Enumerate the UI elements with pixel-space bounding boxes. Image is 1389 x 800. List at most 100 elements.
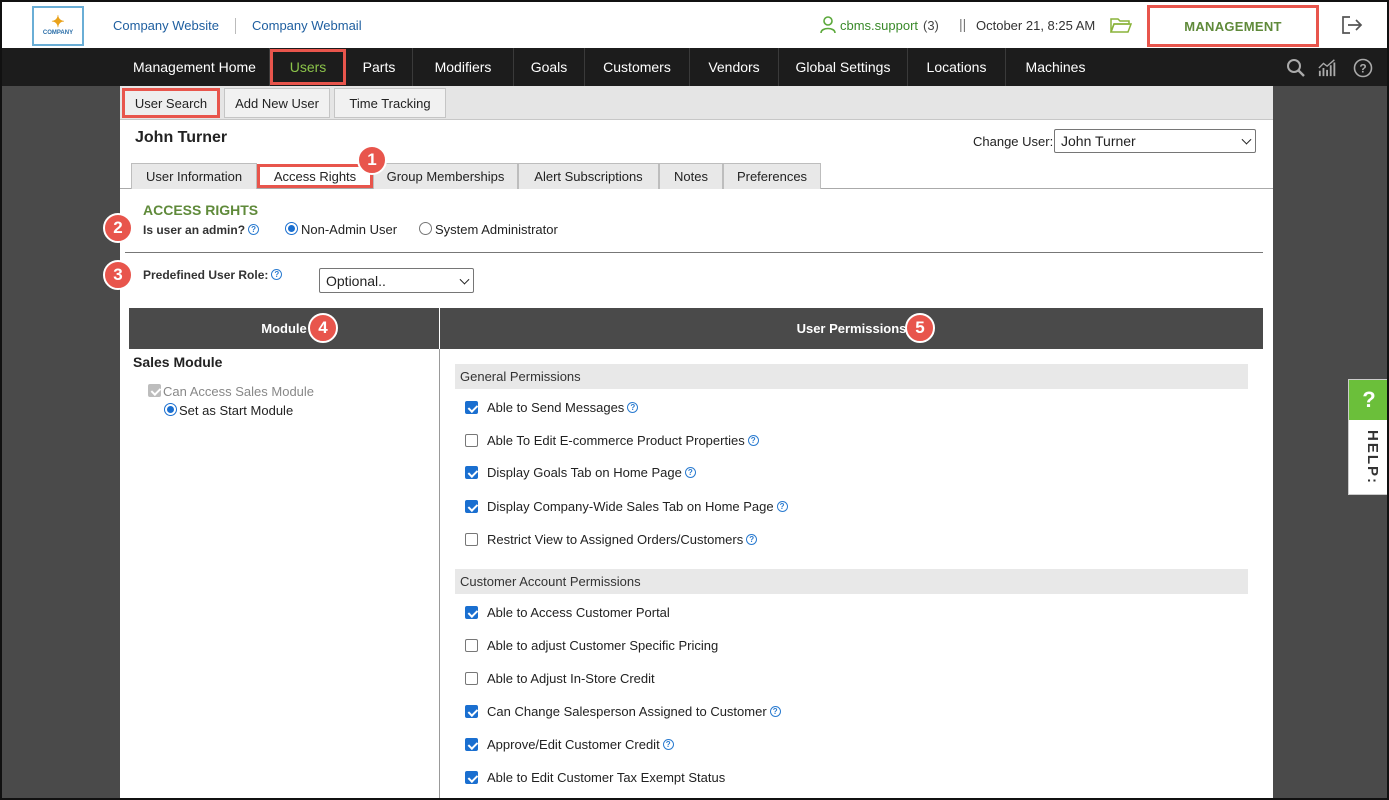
help-icon[interactable]: ? <box>248 224 260 235</box>
help-icon[interactable]: ? <box>747 435 759 446</box>
nav-machines[interactable]: Machines <box>1006 48 1105 86</box>
start-module-radio[interactable] <box>164 403 177 416</box>
non-admin-radio[interactable] <box>285 222 298 235</box>
app-frame: ✦ COMPANY Company Website Company Webmai… <box>0 0 1389 800</box>
non-admin-label: Non-Admin User <box>301 222 398 237</box>
permission-checkbox[interactable] <box>465 533 478 546</box>
nav-users[interactable]: Users <box>270 49 346 85</box>
can-access-module-label: Can Access Sales Module <box>163 384 315 399</box>
permission-checkbox[interactable] <box>465 672 478 685</box>
change-user-value: John Turner <box>1061 133 1136 149</box>
callout-badge: 2 <box>103 213 133 243</box>
column-divider <box>439 349 440 798</box>
current-user-link[interactable]: cbms.support <box>840 18 918 33</box>
nav-vendors[interactable]: Vendors <box>690 48 779 86</box>
company-website-link[interactable]: Company Website <box>113 18 219 33</box>
tab-access-rights[interactable]: Access Rights <box>257 164 373 188</box>
folder-icon[interactable] <box>1110 16 1132 34</box>
top-bar: ✦ COMPANY Company Website Company Webmai… <box>2 2 1387 48</box>
module-title: Sales Module <box>133 354 223 370</box>
callout-badge: 4 <box>308 313 338 343</box>
subtab-user-search[interactable]: User Search <box>122 88 220 118</box>
chevron-down-icon <box>459 274 470 285</box>
permission-row: Able to adjust Customer Specific Pricing <box>465 638 718 653</box>
permission-row: Able to Edit Customer Tax Exempt Status <box>465 770 725 785</box>
company-logo[interactable]: ✦ COMPANY <box>32 6 84 46</box>
tab-group-memberships[interactable]: Group Memberships <box>373 163 518 189</box>
subtab-add-new-user[interactable]: Add New User <box>224 88 330 118</box>
tab-alert-subscriptions[interactable]: Alert Subscriptions <box>518 163 659 189</box>
help-label: HELP: <box>1364 430 1381 485</box>
permission-row: Able to Send Messages? <box>465 400 639 415</box>
divider <box>125 252 1263 253</box>
help-icon[interactable]: ? <box>662 739 674 750</box>
analytics-icon[interactable] <box>1318 58 1338 78</box>
tab-bar: User Information Access Rights Group Mem… <box>120 161 1273 189</box>
help-icon[interactable]: ? <box>769 706 781 717</box>
nav-modifiers[interactable]: Modifiers <box>413 48 514 86</box>
change-user-select[interactable]: John Turner <box>1054 129 1256 153</box>
system-admin-label: System Administrator <box>435 222 558 237</box>
help-question-icon: ? <box>1349 380 1387 420</box>
permission-row: Can Change Salesperson Assigned to Custo… <box>465 704 781 719</box>
is-admin-label: Is user an admin?? <box>143 223 260 237</box>
help-icon[interactable]: ? <box>271 269 283 280</box>
permission-checkbox[interactable] <box>465 639 478 652</box>
company-webmail-link[interactable]: Company Webmail <box>252 18 362 33</box>
tab-user-information[interactable]: User Information <box>131 163 257 189</box>
help-icon[interactable]: ? <box>684 467 696 478</box>
tab-notes[interactable]: Notes <box>659 163 723 189</box>
customer-permissions-header: Customer Account Permissions <box>455 569 1248 594</box>
permission-checkbox[interactable] <box>465 401 478 414</box>
divider <box>235 18 236 34</box>
permission-checkbox[interactable] <box>465 738 478 751</box>
user-count: (3) <box>923 18 939 33</box>
permission-row: Display Goals Tab on Home Page? <box>465 465 696 480</box>
module-column-header: Module <box>129 308 439 349</box>
access-rights-heading: ACCESS RIGHTS <box>143 202 259 218</box>
permission-checkbox[interactable] <box>465 771 478 784</box>
logo-star-icon: ✦ <box>51 14 65 31</box>
nav-global-settings[interactable]: Global Settings <box>779 48 908 86</box>
help-widget[interactable]: ? HELP: <box>1348 379 1387 495</box>
permission-row: Approve/Edit Customer Credit? <box>465 737 674 752</box>
search-icon[interactable] <box>1286 58 1306 78</box>
svg-text:?: ? <box>1359 62 1366 76</box>
help-icon[interactable]: ? <box>776 501 788 512</box>
change-user-label: Change User: <box>973 134 1054 149</box>
tab-preferences[interactable]: Preferences <box>723 163 821 189</box>
permission-checkbox[interactable] <box>465 606 478 619</box>
permission-row: Able to Adjust In-Store Credit <box>465 671 655 686</box>
help-icon[interactable]: ? <box>746 534 758 545</box>
permission-row: Able To Edit E-commerce Product Properti… <box>465 433 759 448</box>
divider: || <box>959 16 967 32</box>
predefined-role-value: Optional.. <box>326 272 386 289</box>
predefined-role-label: Predefined User Role:? <box>143 268 283 282</box>
nav-locations[interactable]: Locations <box>908 48 1006 86</box>
permission-checkbox[interactable] <box>465 705 478 718</box>
permission-checkbox[interactable] <box>465 434 478 447</box>
management-button[interactable]: MANAGEMENT <box>1147 5 1319 47</box>
permission-checkbox[interactable] <box>465 500 478 513</box>
predefined-role-select[interactable]: Optional.. <box>319 268 474 293</box>
permission-row: Able to Access Customer Portal <box>465 605 670 620</box>
callout-badge: 5 <box>905 313 935 343</box>
permissions-column-header: User Permissions <box>440 308 1263 349</box>
can-access-module-checkbox <box>148 384 161 397</box>
help-circle-icon[interactable]: ? <box>1353 58 1373 78</box>
sub-nav: User Search Add New User Time Tracking <box>120 86 1273 120</box>
callout-badge: 1 <box>357 145 387 175</box>
main-nav: Management Home Users Parts Modifiers Go… <box>2 48 1387 86</box>
nav-management-home[interactable]: Management Home <box>120 48 270 86</box>
help-icon[interactable]: ? <box>627 402 639 413</box>
subtab-time-tracking[interactable]: Time Tracking <box>334 88 446 118</box>
nav-goals[interactable]: Goals <box>514 48 585 86</box>
chevron-down-icon <box>1241 134 1252 145</box>
permission-row: Restrict View to Assigned Orders/Custome… <box>465 532 758 547</box>
user-icon <box>820 16 836 34</box>
nav-customers[interactable]: Customers <box>585 48 690 86</box>
system-admin-radio[interactable] <box>419 222 432 235</box>
permission-checkbox[interactable] <box>465 466 478 479</box>
logout-icon[interactable] <box>1340 15 1364 35</box>
nav-parts[interactable]: Parts <box>346 48 413 86</box>
